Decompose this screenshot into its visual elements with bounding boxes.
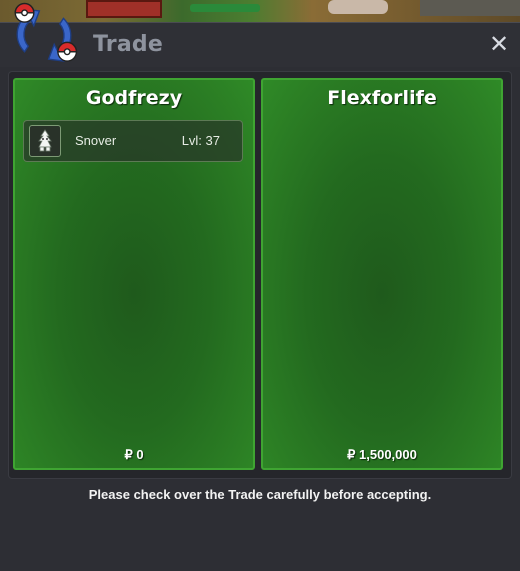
offered-pokemon-card[interactable]: Snover Lvl: 37 <box>23 120 243 162</box>
snover-sprite-icon <box>29 125 61 157</box>
partner-offer-panel: Flexforlife ₽ 1,500,000 <box>261 78 503 470</box>
pokemon-level: Lvl: 37 <box>181 133 220 148</box>
money-offer: ₽ 0 <box>124 447 144 462</box>
player-name: Godfrezy <box>85 87 183 109</box>
trade-pokeball-icon <box>14 2 78 62</box>
trade-notice: Please check over the Trade carefully be… <box>88 487 432 502</box>
partner-name: Flexforlife <box>327 87 437 109</box>
pokemon-name: Snover <box>75 133 117 148</box>
window-title: Trade <box>93 32 163 57</box>
money-offer: ₽ 1,500,000 <box>347 447 417 462</box>
world-tile <box>190 4 260 12</box>
trade-content: Godfrezy Snover Lvl: 37 ₽ 0 Flexforlife … <box>8 71 512 479</box>
world-tile <box>86 0 162 18</box>
trade-window: Trade ✕ Godfrezy Snover Lvl: 37 ₽ 0 Flex… <box>0 22 520 571</box>
player-offer-panel: Godfrezy Snover Lvl: 37 ₽ 0 <box>13 78 255 470</box>
world-tile <box>420 0 520 16</box>
close-button[interactable]: ✕ <box>486 31 512 57</box>
world-tile <box>328 0 388 14</box>
